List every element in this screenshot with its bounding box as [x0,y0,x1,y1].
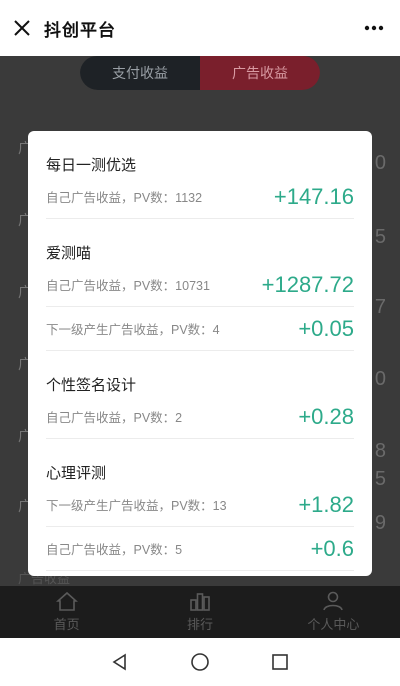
income-group: 个性签名设计 自己广告收益，PV数：2 +0.28 [46,351,354,439]
item-value: +0.6 [310,535,354,561]
bg-row-value: 8 [374,440,386,462]
item-label: 下一级产生广告收益，PV数：13 [46,499,227,513]
list-item: 自己广告收益，PV数：2 +0.28 [46,395,354,439]
item-value: +147.16 [273,183,354,209]
bg-row-value: 5 [374,468,386,490]
group-title: 每日一测优选 [46,157,137,174]
page-title: 抖创平台 [44,20,116,40]
income-group: 心理评测 下一级产生广告收益，PV数：13 +1.82 自己广告收益，PV数：5… [46,439,354,571]
bg-row-value: 0 [374,368,386,390]
tab-profile[interactable]: 个人中心 [267,586,400,638]
item-label: 下一级产生广告收益，PV数：4 [46,323,220,337]
recents-icon[interactable] [265,647,295,677]
income-detail-modal: 每日一测优选 自己广告收益，PV数：1132 +147.16 爱测喵 自己广告收… [28,131,372,576]
tab-payment-income[interactable]: 支付收益 [80,56,200,90]
group-title: 心理评测 [46,465,107,482]
ranking-icon [190,593,210,611]
more-icon[interactable] [362,16,386,40]
system-nav-bar [0,638,400,686]
list-item: 下一级产生广告收益，PV数：4 +0.05 [46,307,354,351]
close-icon[interactable] [0,0,44,56]
item-label: 自己广告收益，PV数：2 [46,411,183,425]
bg-row-value: 9 [374,512,386,534]
income-group: 每日一测优选 自己广告收益，PV数：1132 +147.16 [46,131,354,219]
list-item: 自己广告收益，PV数：5 +0.6 [46,527,354,571]
user-icon [323,591,344,611]
segmented-control: 支付收益 广告收益 [80,56,320,90]
group-title: 爱测喵 [46,245,92,262]
back-icon[interactable] [105,647,135,677]
tab-ranking[interactable]: 排行 [133,586,266,638]
item-value: +0.05 [298,315,354,341]
group-title: 个性签名设计 [46,377,137,394]
list-item: 下一级产生广告收益，PV数：13 +1.82 [46,483,354,527]
tab-ad-income[interactable]: 广告收益 [200,56,320,90]
item-value: +1287.72 [261,271,354,297]
tab-home[interactable]: 首页 [0,586,133,638]
item-value: +1.82 [298,491,354,517]
item-label: 自己广告收益，PV数：5 [46,543,183,557]
tab-label: 首页 [53,617,80,632]
bg-row-value: 7 [374,296,386,318]
home-circle-icon[interactable] [185,647,215,677]
bottom-tab-bar: 首页 排行 个人中心 [0,586,400,638]
item-label: 自己广告收益，PV数：1132 [46,191,203,205]
top-bar: 抖创平台 [0,0,400,56]
bg-row-value: 0 [374,152,386,174]
item-label: 自己广告收益，PV数：10731 [46,279,210,293]
item-value: +0.28 [298,403,354,429]
list-item: 自己广告收益，PV数：1132 +147.16 [46,175,354,219]
list-item: 自己广告收益，PV数：10731 +1287.72 [46,263,354,307]
home-icon [55,591,78,611]
tab-label: 个人中心 [307,617,360,632]
tab-label: 排行 [186,617,213,632]
bg-row-value: 5 [374,226,386,248]
income-group: 爱测喵 自己广告收益，PV数：10731 +1287.72 下一级产生广告收益，… [46,219,354,351]
